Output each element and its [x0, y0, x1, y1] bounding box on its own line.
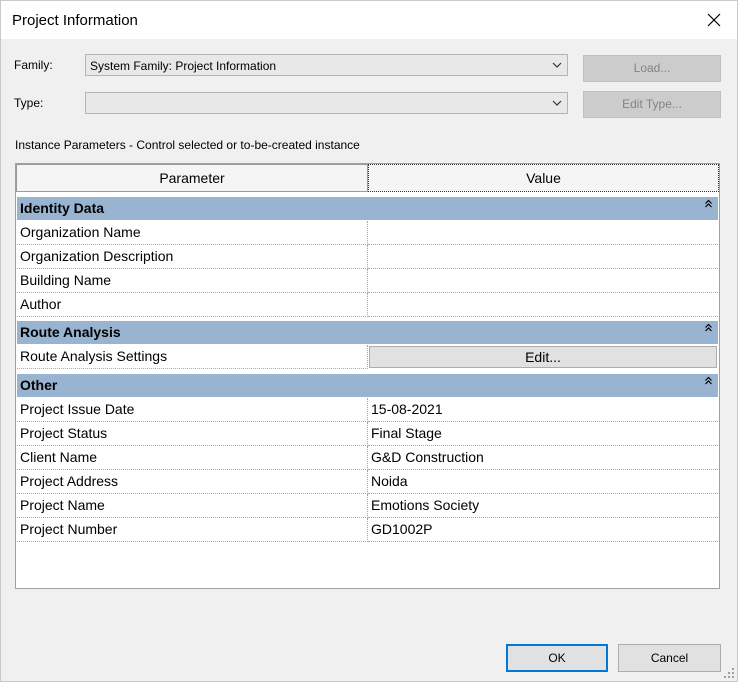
edit-type-button[interactable]: Edit Type...	[583, 91, 721, 118]
parameter-name: Organization Description	[17, 245, 368, 269]
group-other[interactable]: Other	[17, 374, 718, 397]
parameter-value[interactable]: Final Stage	[368, 422, 718, 446]
table-row[interactable]: Organization Name	[17, 221, 718, 245]
chevron-down-icon	[552, 100, 562, 106]
parameter-value[interactable]: GD1002P	[368, 518, 718, 542]
parameter-name: Project Number	[17, 518, 368, 542]
table-row[interactable]: Building Name	[17, 269, 718, 293]
collapse-group-icon[interactable]	[704, 323, 713, 332]
table-row[interactable]: Project Issue Date 15-08-2021	[17, 398, 718, 422]
parameter-value[interactable]	[368, 245, 718, 269]
parameter-name: Project Status	[17, 422, 368, 446]
parameter-name: Project Name	[17, 494, 368, 518]
resize-grip-icon[interactable]	[723, 667, 735, 679]
instance-parameters-caption: Instance Parameters - Control selected o…	[15, 138, 360, 152]
close-icon	[707, 13, 721, 27]
table-row[interactable]: Project Number GD1002P	[17, 518, 718, 542]
type-dropdown[interactable]	[85, 92, 568, 114]
parameter-value[interactable]: 15-08-2021	[368, 398, 718, 422]
parameter-name: Building Name	[17, 269, 368, 293]
ok-button[interactable]: OK	[506, 644, 608, 672]
project-information-dialog: Project Information Family: System Famil…	[0, 0, 738, 682]
table-row[interactable]: Route Analysis Settings Edit...	[17, 345, 718, 369]
dialog-title: Project Information	[12, 12, 138, 29]
parameter-name: Client Name	[17, 446, 368, 470]
parameter-value[interactable]: Noida	[368, 470, 718, 494]
title-bar: Project Information	[1, 1, 737, 39]
table-row[interactable]: Project Name Emotions Society	[17, 494, 718, 518]
route-analysis-edit-button[interactable]: Edit...	[369, 346, 717, 368]
grid-header: Parameter Value	[16, 164, 719, 193]
chevron-down-icon	[552, 62, 562, 68]
parameter-value[interactable]	[368, 293, 718, 317]
family-selected-value: System Family: Project Information	[90, 59, 277, 73]
family-label: Family:	[14, 58, 53, 72]
group-title: Other	[20, 377, 58, 393]
column-header-value[interactable]: Value	[368, 164, 719, 192]
parameter-value[interactable]	[368, 269, 718, 293]
family-dropdown[interactable]: System Family: Project Information	[85, 54, 568, 76]
group-identity-data[interactable]: Identity Data	[17, 197, 718, 220]
parameter-name: Author	[17, 293, 368, 317]
table-row[interactable]: Author	[17, 293, 718, 317]
parameter-value[interactable]: G&D Construction	[368, 446, 718, 470]
parameter-name: Project Address	[17, 470, 368, 494]
type-label: Type:	[14, 96, 44, 110]
parameter-value[interactable]	[368, 221, 718, 245]
table-row[interactable]: Client Name G&D Construction	[17, 446, 718, 470]
table-row[interactable]: Project Address Noida	[17, 470, 718, 494]
group-route-analysis[interactable]: Route Analysis	[17, 321, 718, 344]
cancel-button[interactable]: Cancel	[618, 644, 721, 672]
column-header-parameter[interactable]: Parameter	[16, 164, 368, 192]
collapse-group-icon[interactable]	[704, 376, 713, 385]
collapse-group-icon[interactable]	[704, 199, 713, 208]
close-button[interactable]	[691, 1, 737, 39]
group-title: Route Analysis	[20, 324, 121, 340]
load-button[interactable]: Load...	[583, 55, 721, 82]
parameter-name: Organization Name	[17, 221, 368, 245]
table-row[interactable]: Project Status Final Stage	[17, 422, 718, 446]
properties-grid: Parameter Value Identity Data Organizati…	[15, 163, 720, 589]
table-row[interactable]: Organization Description	[17, 245, 718, 269]
parameter-value[interactable]: Emotions Society	[368, 494, 718, 518]
group-title: Identity Data	[20, 200, 105, 216]
parameter-name: Route Analysis Settings	[17, 345, 368, 369]
parameter-name: Project Issue Date	[17, 398, 368, 422]
